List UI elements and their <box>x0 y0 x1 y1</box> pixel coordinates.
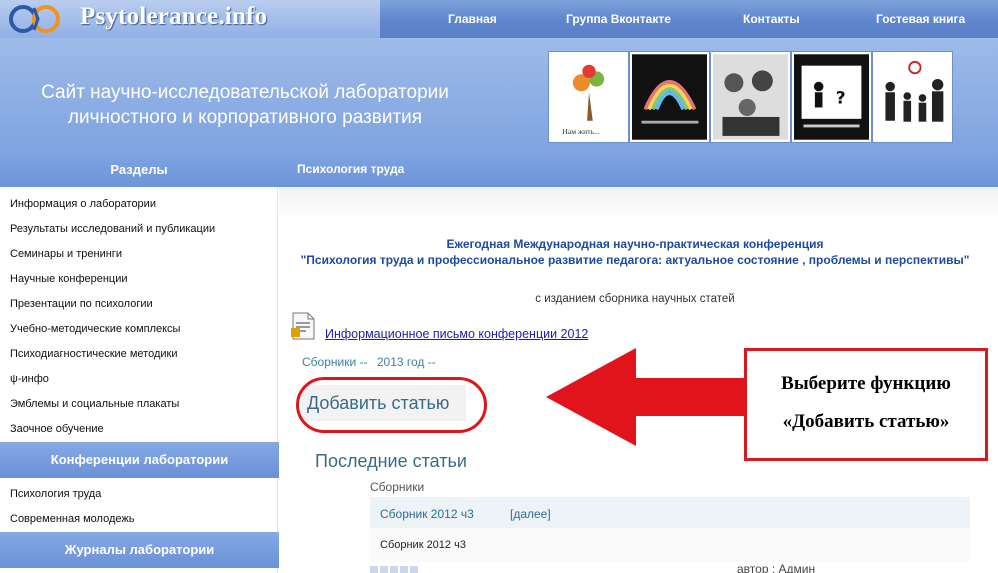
sidebar-item-psi-info[interactable]: ψ-инфо <box>10 373 49 385</box>
question-poster-icon: ? <box>794 54 869 140</box>
instruction-callout: Выберите функцию «Добавить статью» <box>744 348 988 461</box>
svg-text:?: ? <box>836 89 846 109</box>
sidebar-item-youth[interactable]: Современная молодежь <box>10 513 134 525</box>
sidebar-item-distance[interactable]: Заочное обучение <box>10 423 104 435</box>
sections-header: Разделы <box>110 162 168 177</box>
banner: Сайт научно-исследовательской лаборатори… <box>0 38 998 152</box>
family-photo-icon <box>713 54 788 140</box>
thumb-family[interactable] <box>711 52 790 142</box>
logo-area: Psytolerance.info <box>0 0 380 38</box>
breadcrumb: Сборники -- 2013 год -- <box>302 355 442 369</box>
nav-vk-group[interactable]: Группа Вконтакте <box>566 12 671 26</box>
article-preview: Сборник 2012 ч3 <box>370 528 970 562</box>
collections-label: Сборники <box>370 480 425 494</box>
document-icon <box>291 312 315 340</box>
nav-contacts[interactable]: Контакты <box>743 12 800 26</box>
site-title-line2: личностного и корпоративного развития <box>67 107 423 128</box>
site-title-line1: Сайт научно-исследовательской лаборатори… <box>41 82 449 103</box>
red-arrow-icon <box>546 348 748 446</box>
thumb-silhouettes[interactable] <box>873 52 952 142</box>
top-bar: Psytolerance.info Главная Группа Вконтак… <box>0 0 998 38</box>
content-top-fade <box>279 187 998 219</box>
add-article-button[interactable]: Добавить статью <box>302 385 466 421</box>
sidebar-item-presentations[interactable]: Презентации по психологии <box>10 298 153 310</box>
nav-guestbook[interactable]: Гостевая книга <box>876 12 965 26</box>
callout-line1: Выберите функцию <box>781 373 951 394</box>
sidebar-item-seminars[interactable]: Семинары и тренинги <box>10 248 122 260</box>
breadcrumb-year[interactable]: 2013 год -- <box>377 355 436 369</box>
article-author: автор : Админ <box>737 562 816 573</box>
sidebar-item-teaching[interactable]: Учебно-методические комплексы <box>10 323 180 335</box>
journals-header: Журналы лаборатории <box>0 532 279 568</box>
sidebar-item-emblems[interactable]: Эмблемы и социальные плакаты <box>10 398 179 410</box>
logo-icon <box>9 5 60 33</box>
article-preview-text: Сборник 2012 ч3 <box>380 539 466 551</box>
site-title: Сайт научно-исследовательской лаборатори… <box>0 80 490 130</box>
conference-title: Ежегодная Международная научно-практичес… <box>290 236 980 268</box>
thumb-question[interactable]: ? <box>792 52 871 142</box>
conference-title-line1: Ежегодная Международная научно-практичес… <box>446 237 824 251</box>
slinky-image-icon <box>632 54 707 140</box>
thumb-slinky[interactable] <box>630 52 709 142</box>
rating-stars[interactable] <box>370 565 420 573</box>
thumb-tree[interactable]: Нам жить... <box>549 52 628 142</box>
breadcrumb-collections[interactable]: Сборники -- <box>302 355 368 369</box>
info-letter-link[interactable]: Информационное письмо конференции 2012 <box>325 327 588 341</box>
sidebar-item-labor-psychology[interactable]: Психология труда <box>10 488 101 500</box>
sidebar: Информация о лаборатории Результаты иссл… <box>0 187 279 573</box>
article-row: Сборник 2012 ч3 [далее] <box>370 497 970 528</box>
latest-articles-title: Последние статьи <box>315 451 467 471</box>
current-section-title: Психология труда <box>297 162 405 176</box>
conference-title-line2: "Психология труда и профессиональное раз… <box>300 253 970 267</box>
sidebar-item-diagnostics[interactable]: Психодиагностические методики <box>10 348 177 360</box>
publication-note: с изданием сборника научных статей <box>535 293 735 305</box>
silhouettes-image-icon <box>875 54 950 140</box>
article-more-link[interactable]: [далее] <box>510 507 551 521</box>
sidebar-item-conferences[interactable]: Научные конференции <box>10 273 128 285</box>
conferences-header: Конференции лаборатории <box>0 442 279 478</box>
tree-image-icon: Нам жить... <box>551 54 626 140</box>
nav-home[interactable]: Главная <box>448 12 497 26</box>
section-bar: Разделы Психология труда <box>0 152 998 187</box>
thumb-tree-caption: Нам жить... <box>562 127 599 136</box>
callout-line2: «Добавить статью» <box>782 411 950 432</box>
logo-text[interactable]: Psytolerance.info <box>80 3 267 31</box>
sidebar-item-research[interactable]: Результаты исследований и публикации <box>10 223 215 235</box>
article-title-link[interactable]: Сборник 2012 ч3 <box>380 507 474 521</box>
sidebar-item-lab-info[interactable]: Информация о лаборатории <box>10 198 156 210</box>
